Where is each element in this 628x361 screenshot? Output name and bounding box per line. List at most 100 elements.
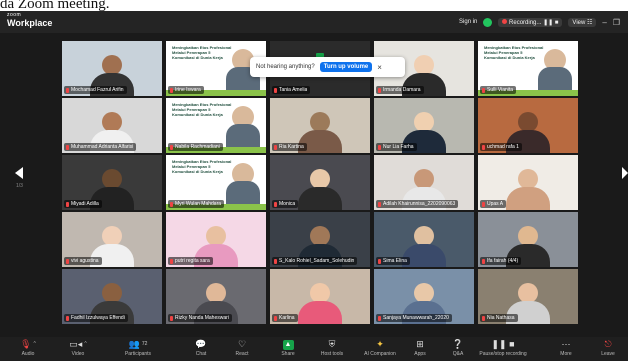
heart-icon: ♡: [237, 339, 247, 349]
share-button[interactable]: ▲ Share: [268, 339, 308, 357]
participant-name-tag: Monica: [272, 200, 299, 208]
audio-button[interactable]: 🎙 ^ Audio: [8, 339, 48, 358]
participant-name: Adilah Khairunnisa_2202090063: [383, 201, 456, 207]
participant-tile[interactable]: Meningkatkan Etos Profesional Melalui Pe…: [478, 41, 578, 96]
participant-name-tag: Nabila Rachmadiani: [168, 143, 223, 151]
participant-name: Nur Lia Farha: [383, 144, 414, 150]
participant-tile[interactable]: Monica: [270, 155, 370, 210]
participant-tile[interactable]: Ria Kartina: [270, 98, 370, 153]
mic-muted-icon: [378, 201, 381, 207]
participant-name: S_Kalo Rohiel_Sadam_Solehudin: [279, 258, 355, 264]
participant-tile[interactable]: Nia Nathasa: [478, 269, 578, 324]
meeting-toolbar: 🎙 ^ Audio ▭◂ ^ Video 👥 72 Participants 💬 Ch…: [0, 337, 628, 361]
turn-up-volume-button[interactable]: Turn up volume: [319, 62, 373, 72]
participant-name-tag: Rizky Nanda Maheswari: [168, 314, 232, 322]
participant-grid: Mochamad Fazrul Arifin Meningkatkan Etos …: [62, 41, 578, 324]
zoom-window: zoom Workplace Sign in Recording... ❚❚ ■…: [0, 11, 628, 361]
participant-tile[interactable]: Meningkatkan Etos Profesional Melalui Pe…: [166, 98, 266, 153]
participant-tile[interactable]: Ifa fairah (4/4): [478, 212, 578, 267]
participant-name-tag: putri regita sara: [168, 257, 213, 265]
mic-muted-icon: [378, 144, 381, 150]
participant-name-tag: Irmanda Damara: [376, 86, 424, 94]
pause-recording-button[interactable]: ❚❚ ■ Pause/stop recording: [478, 339, 528, 358]
sign-in-link[interactable]: Sign in: [459, 19, 477, 25]
mic-muted-icon: [482, 144, 485, 150]
audio-banner: Not hearing anything? Turn up volume ×: [250, 57, 405, 77]
participant-name: Sanjaya Munawwarah_22020: [383, 315, 449, 321]
minimize-button[interactable]: –: [602, 18, 606, 27]
participant-name: Muhammad Adrianta Alfarisi: [71, 144, 134, 150]
mic-muted-icon: [482, 201, 485, 207]
mic-muted-icon: [482, 258, 485, 264]
participant-name: Rizky Nanda Maheswari: [175, 315, 229, 321]
mic-muted-icon: [274, 144, 277, 150]
participant-name: Sulli Vianita: [487, 87, 514, 93]
participant-name-tag: vivi agustina: [64, 257, 102, 265]
participant-tile[interactable]: Mochamad Fazrul Arifin: [62, 41, 162, 96]
participant-tile[interactable]: Rizky Nanda Maheswari: [166, 269, 266, 324]
view-button[interactable]: View ☷: [568, 17, 597, 27]
participant-tile[interactable]: Miyadi Adilla: [62, 155, 162, 210]
mic-muted-icon: [66, 258, 69, 264]
mic-muted-icon: [378, 315, 381, 321]
participant-tile[interactable]: putri regita sara: [166, 212, 266, 267]
previous-page-arrow-icon[interactable]: [15, 167, 23, 179]
participant-name-tag: Nur Lia Farha: [376, 143, 417, 151]
mic-muted-icon: [482, 315, 485, 321]
participant-tile[interactable]: Muhammad Adrianta Alfarisi: [62, 98, 162, 153]
participant-name: Upas A: [487, 201, 504, 207]
mic-muted-icon: [66, 87, 69, 93]
participant-name: Ria Kartina: [279, 144, 304, 150]
more-button[interactable]: ⋯ More: [546, 339, 586, 358]
chat-button[interactable]: 💬 Chat: [181, 339, 221, 358]
ai-companion-button[interactable]: ✦ AI Companion: [360, 339, 400, 358]
apps-button[interactable]: ⊞ Apps: [400, 339, 440, 358]
participant-name: putri regita sara: [175, 258, 210, 264]
participant-tile[interactable]: Nur Lia Farha: [374, 98, 474, 153]
leave-button[interactable]: ⎋ Leave: [590, 339, 626, 358]
participant-name-tag: Irine Iswara: [168, 86, 204, 94]
participant-name-tag: Nia Nathasa: [480, 314, 518, 322]
participant-tile[interactable]: uchmad rafa 1: [478, 98, 578, 153]
close-banner-icon[interactable]: ×: [377, 63, 382, 72]
zoom-logo: zoom Workplace: [7, 12, 53, 28]
participant-name: Ifa fairah (4/4): [487, 258, 519, 264]
react-button[interactable]: ♡ React: [222, 339, 262, 358]
record-dot-icon: [502, 18, 508, 24]
participant-name: Fadhil Izzulwaya Effendi: [71, 315, 125, 321]
mic-muted-icon: [170, 258, 173, 264]
restore-button[interactable]: ❐: [613, 18, 620, 27]
participant-name: Monica: [279, 201, 296, 207]
participant-name-tag: uchmad rafa 1: [480, 143, 522, 151]
participant-tile[interactable]: Upas A: [478, 155, 578, 210]
participant-tile[interactable]: Karlina: [270, 269, 370, 324]
participant-name-tag: Sima Elina: [376, 257, 410, 265]
encryption-shield-icon[interactable]: [483, 17, 493, 27]
document-caption: da Zoom meeting.: [0, 0, 110, 11]
chat-icon: 💬: [195, 339, 207, 349]
participant-tile[interactable]: Sanjaya Munawwarah_22020: [374, 269, 474, 324]
participants-button[interactable]: 👥 72 Participants: [118, 339, 158, 358]
participant-tile[interactable]: Meningkatkan Etos Profesional Melalui Pe…: [166, 155, 266, 210]
participant-name-tag: Miyadi Adilla: [64, 200, 102, 208]
participant-name: Tania Amelia: [279, 87, 308, 93]
participant-name-tag: Karlina: [272, 314, 298, 322]
participant-tile[interactable]: Sima Elina: [374, 212, 474, 267]
participant-tile[interactable]: Adilah Khairunnisa_2202090063: [374, 155, 474, 210]
participant-tile[interactable]: Fadhil Izzulwaya Effendi: [62, 269, 162, 324]
participant-tile[interactable]: S_Kalo Rohiel_Sadam_Solehudin: [270, 212, 370, 267]
participants-icon: 👥: [128, 339, 140, 349]
shield-icon: ⛨: [328, 339, 336, 349]
participant-tile[interactable]: vivi agustina: [62, 212, 162, 267]
participant-name: uchmad rafa 1: [487, 144, 519, 150]
video-button[interactable]: ▭◂ ^ Video: [58, 339, 98, 358]
audio-banner-message: Not hearing anything?: [256, 64, 315, 70]
share-screen-icon: ▲: [282, 339, 294, 350]
participant-name-tag: Fadhil Izzulwaya Effendi: [64, 314, 128, 322]
recording-indicator[interactable]: Recording... ❚❚ ■: [498, 17, 563, 27]
host-tools-button[interactable]: ⛨ Host tools: [312, 339, 352, 358]
mic-muted-icon: [274, 315, 277, 321]
qa-button[interactable]: ❔ Q&A: [438, 339, 478, 358]
participant-name: Myri Wulan Mahdara: [175, 201, 222, 207]
next-page-arrow-icon[interactable]: [622, 167, 628, 179]
